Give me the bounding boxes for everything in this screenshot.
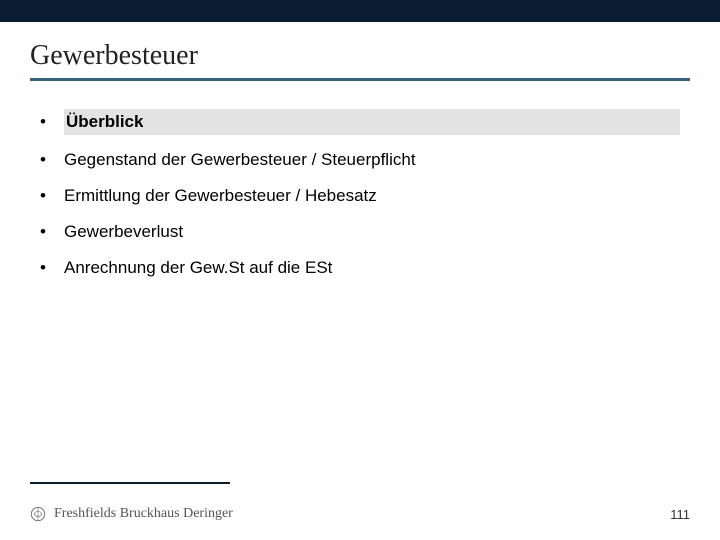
bullet-icon: • <box>40 111 64 133</box>
list-item: • Ermittlung der Gewerbesteuer / Hebesat… <box>40 185 680 207</box>
list-item: • Gewerbeverlust <box>40 221 680 243</box>
page-number: 111 <box>670 507 690 522</box>
brand-text: Freshfields Bruckhaus Deringer <box>54 506 233 522</box>
brand: Freshfields Bruckhaus Deringer <box>30 506 233 522</box>
list-item: • Überblick <box>40 109 680 135</box>
list-item-label: Ermittlung der Gewerbesteuer / Hebesatz <box>64 185 680 207</box>
title-area: Gewerbesteuer <box>0 22 720 87</box>
list-item-label: Anrechnung der Gew.St auf die ESt <box>64 257 680 279</box>
slide: Gewerbesteuer • Überblick • Gegenstand d… <box>0 0 720 540</box>
page-title: Gewerbesteuer <box>30 40 690 72</box>
footer: Freshfields Bruckhaus Deringer 111 <box>30 506 690 522</box>
list-item: • Gegenstand der Gewerbesteuer / Steuerp… <box>40 149 680 171</box>
list-item-label: Gegenstand der Gewerbesteuer / Steuerpfl… <box>64 149 680 171</box>
bullet-icon: • <box>40 257 64 279</box>
brand-logo-icon <box>30 506 46 522</box>
title-underline <box>30 78 690 81</box>
bullet-icon: • <box>40 221 64 243</box>
footer-rule <box>30 482 230 484</box>
list-item-label: Gewerbeverlust <box>64 221 680 243</box>
content-area: • Überblick • Gegenstand der Gewerbesteu… <box>0 87 720 279</box>
list-item-label: Überblick <box>64 109 680 135</box>
bullet-icon: • <box>40 185 64 207</box>
bullet-icon: • <box>40 149 64 171</box>
list-item: • Anrechnung der Gew.St auf die ESt <box>40 257 680 279</box>
top-bar <box>0 0 720 22</box>
